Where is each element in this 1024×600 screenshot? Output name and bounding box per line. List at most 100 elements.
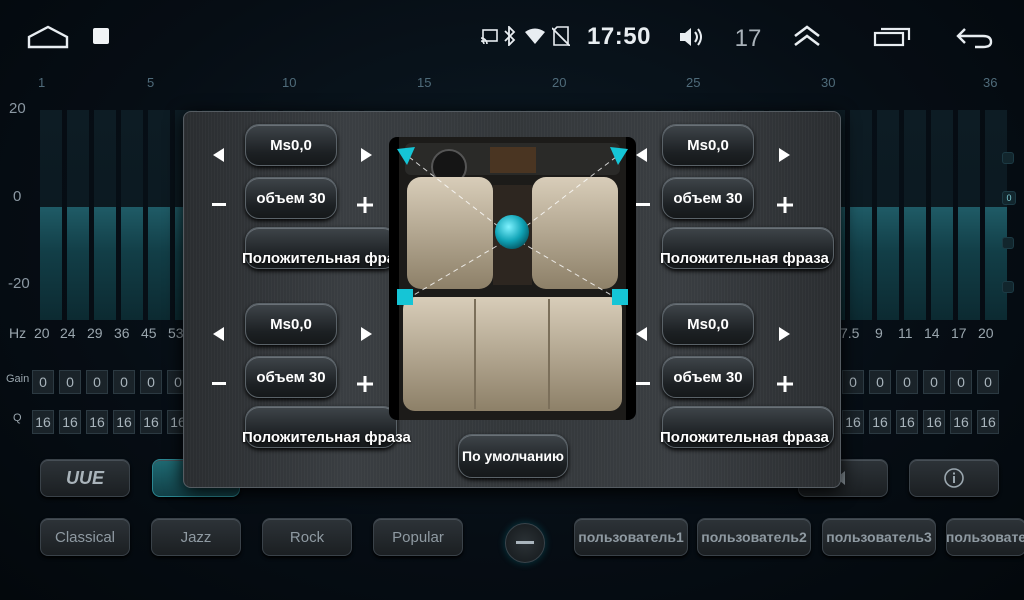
delay-increase-arrow[interactable] <box>774 324 794 344</box>
default-button[interactable]: По умолчанию <box>458 434 568 478</box>
delay-button[interactable]: Ms0,0 <box>245 303 337 345</box>
user-preset-button[interactable]: пользователь2 <box>697 518 811 556</box>
gain-cell[interactable]: 0 <box>923 370 945 394</box>
y-label-zero: 0 <box>13 188 22 205</box>
volume-increase-button[interactable] <box>774 194 796 216</box>
volume-button[interactable]: объем 30 <box>662 356 754 398</box>
info-button[interactable] <box>909 459 999 497</box>
q-cell[interactable]: 16 <box>869 410 891 434</box>
gain-cell[interactable]: 0 <box>32 370 54 394</box>
delay-button[interactable]: Ms0,0 <box>245 124 337 166</box>
volume-decrease-button[interactable] <box>208 194 230 216</box>
q-cell[interactable]: 16 <box>950 410 972 434</box>
q-label: Q <box>13 412 22 424</box>
frequency-label: 11 <box>898 325 913 341</box>
eq-band-slider[interactable] <box>40 110 62 320</box>
wifi-icon <box>524 27 546 45</box>
eq-band-fill <box>931 207 953 320</box>
delay-increase-arrow[interactable] <box>774 145 794 165</box>
eq-band-slider[interactable] <box>121 110 143 320</box>
eq-band-slider[interactable] <box>931 110 953 320</box>
recent-apps-icon[interactable] <box>92 27 110 45</box>
volume-button[interactable]: объем 30 <box>245 177 337 219</box>
eq-band-fill <box>877 207 899 320</box>
volume-level: 17 <box>734 25 762 52</box>
delay-increase-arrow[interactable] <box>356 324 376 344</box>
window-icon[interactable] <box>872 26 912 48</box>
frequency-label: 14 <box>924 325 940 341</box>
frequency-label: 29 <box>87 325 103 341</box>
user-preset-button[interactable]: пользователь3 <box>822 518 936 556</box>
band-number: 36 <box>983 75 998 90</box>
volume-increase-button[interactable] <box>354 194 376 216</box>
delay-decrease-arrow[interactable] <box>209 145 229 165</box>
eq-band-slider[interactable] <box>877 110 899 320</box>
minus-button[interactable] <box>505 523 545 563</box>
volume-increase-button[interactable] <box>354 373 376 395</box>
q-cell[interactable]: 16 <box>86 410 108 434</box>
delay-button[interactable]: Ms0,0 <box>662 303 754 345</box>
eq-band-slider[interactable] <box>904 110 926 320</box>
eq-band-slider[interactable] <box>94 110 116 320</box>
speaker-settings-dialog: Ms0,0 объем 30 Положительная фраза Ms0,0 объ… <box>183 111 841 488</box>
frequency-label: 7.5 <box>840 325 860 341</box>
back-icon[interactable] <box>954 24 994 50</box>
eq-band-slider[interactable] <box>958 110 980 320</box>
no-sim-icon <box>550 25 572 47</box>
volume-decrease-button[interactable] <box>208 373 230 395</box>
q-cell[interactable]: 16 <box>113 410 135 434</box>
user-preset-button[interactable]: пользователь1 <box>574 518 688 556</box>
clock: 17:50 <box>587 23 651 50</box>
gain-cell[interactable]: 0 <box>950 370 972 394</box>
logo-button[interactable]: UUE <box>40 459 130 497</box>
eq-band-fill <box>958 207 980 320</box>
gain-cell[interactable]: 0 <box>977 370 999 394</box>
volume-button[interactable]: объем 30 <box>245 356 337 398</box>
preset-button[interactable]: Classical <box>40 518 130 556</box>
q-cell[interactable]: 16 <box>140 410 162 434</box>
gain-cell[interactable]: 0 <box>842 370 864 394</box>
band-number: 30 <box>821 75 836 90</box>
minus-icon <box>516 541 534 544</box>
eq-band-fill <box>121 207 143 320</box>
volume-icon[interactable] <box>678 24 706 50</box>
side-badge: 0 <box>1002 191 1016 205</box>
band-number: 25 <box>686 75 701 90</box>
side-indicator <box>1002 237 1014 249</box>
q-cell[interactable]: 16 <box>896 410 918 434</box>
y-label-top: 20 <box>9 100 26 117</box>
delay-button[interactable]: Ms0,0 <box>662 124 754 166</box>
eq-band-slider[interactable] <box>148 110 170 320</box>
eq-band-fill <box>67 207 89 320</box>
q-cell[interactable]: 16 <box>977 410 999 434</box>
band-number: 15 <box>417 75 432 90</box>
gain-cell[interactable]: 0 <box>140 370 162 394</box>
q-cell[interactable]: 16 <box>59 410 81 434</box>
expand-icon[interactable] <box>790 22 824 50</box>
home-icon[interactable] <box>26 24 70 50</box>
preset-button[interactable]: Popular <box>373 518 463 556</box>
frequency-label: 20 <box>978 325 994 341</box>
eq-band-slider[interactable] <box>67 110 89 320</box>
delay-increase-arrow[interactable] <box>356 145 376 165</box>
q-cell[interactable]: 16 <box>32 410 54 434</box>
band-number: 5 <box>147 75 155 90</box>
frequency-label: 17 <box>951 325 967 341</box>
frequency-label: 53 <box>168 325 184 341</box>
gain-cell[interactable]: 0 <box>869 370 891 394</box>
volume-increase-button[interactable] <box>774 373 796 395</box>
q-cell[interactable]: 16 <box>923 410 945 434</box>
eq-band-slider[interactable] <box>850 110 872 320</box>
user-preset-button[interactable]: пользовате <box>946 518 1024 556</box>
gain-cell[interactable]: 0 <box>896 370 918 394</box>
gain-cell[interactable]: 0 <box>113 370 135 394</box>
gain-cell[interactable]: 0 <box>86 370 108 394</box>
preset-button[interactable]: Rock <box>262 518 352 556</box>
volume-button[interactable]: объем 30 <box>662 177 754 219</box>
frequency-label: 36 <box>114 325 130 341</box>
gain-cell[interactable]: 0 <box>59 370 81 394</box>
eq-band-fill <box>850 207 872 320</box>
preset-button[interactable]: Jazz <box>151 518 241 556</box>
q-cell[interactable]: 16 <box>842 410 864 434</box>
delay-decrease-arrow[interactable] <box>209 324 229 344</box>
